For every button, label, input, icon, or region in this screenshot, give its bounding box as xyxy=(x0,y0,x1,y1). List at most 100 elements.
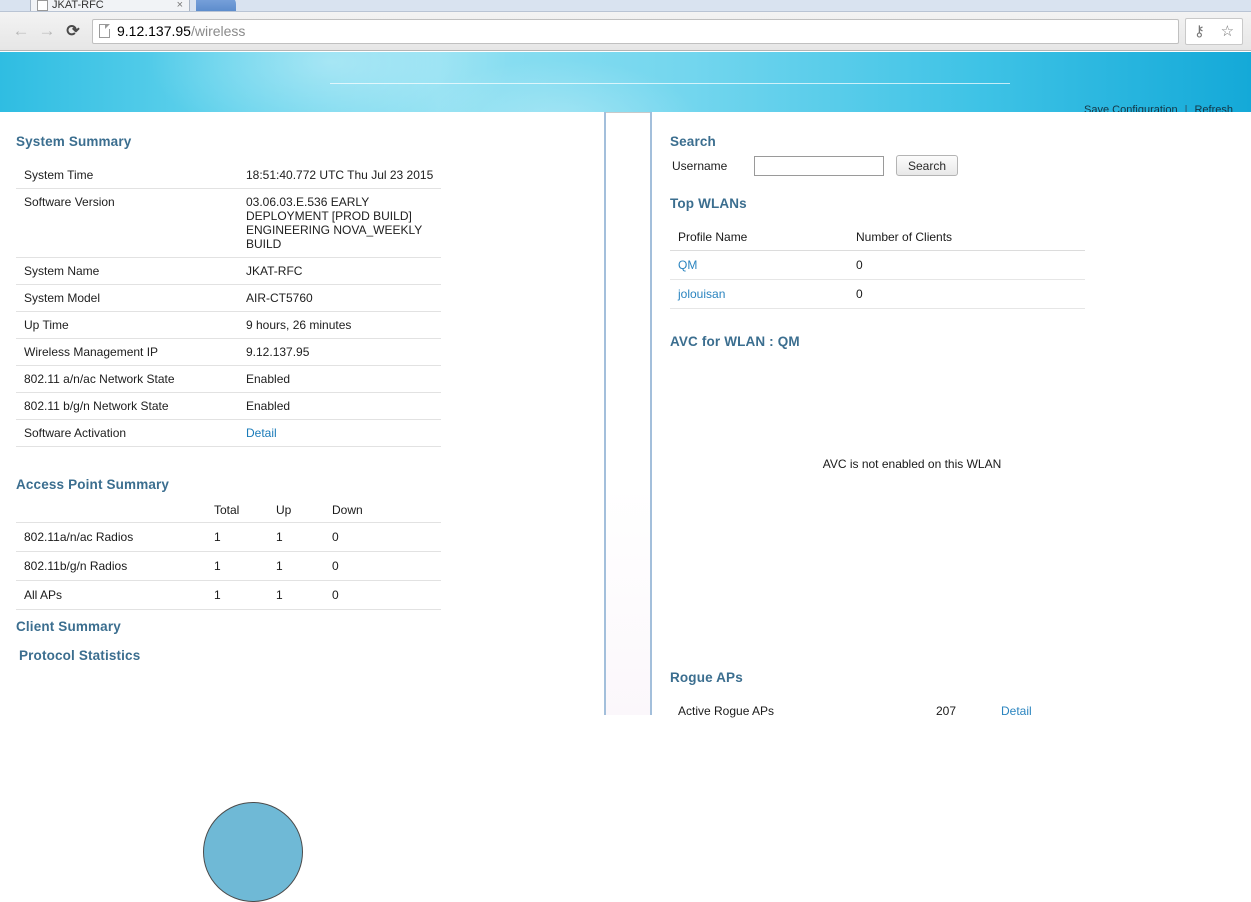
table-row: 802.11 b/g/n Network State Enabled xyxy=(16,393,441,420)
wlan-client-count: 0 xyxy=(848,251,1085,280)
browser-tab[interactable]: JKAT-RFC × xyxy=(30,0,190,12)
table-row: Active Rogue APs 207 Detail xyxy=(670,698,1090,724)
protocol-statistics-pie-chart xyxy=(203,802,303,902)
browser-toolbar: ← → ⟳ 9.12.137.95/wireless ⚷ ☆ xyxy=(0,12,1251,51)
ap-up: 1 xyxy=(268,552,324,581)
table-row: System Model AIR-CT5760 xyxy=(16,285,441,312)
client-summary-title[interactable]: Client Summary xyxy=(16,619,121,634)
column-header-number-of-clients: Number of Clients xyxy=(848,227,1085,251)
back-arrow-icon[interactable]: ← xyxy=(8,18,34,44)
rogue-label: Active Rogue APs xyxy=(670,698,928,724)
row-value: 03.06.03.E.536 EARLY DEPLOYMENT [PROD BU… xyxy=(238,189,441,258)
rogue-count: 207 xyxy=(928,698,993,724)
row-value: AIR-CT5760 xyxy=(238,285,441,312)
ap-name: 802.11a/n/ac Radios xyxy=(16,523,206,552)
row-value: Enabled xyxy=(238,393,441,420)
row-key: System Model xyxy=(16,285,238,312)
table-row: Wireless Management IP 9.12.137.95 xyxy=(16,339,441,366)
username-label: Username xyxy=(672,159,754,173)
username-input[interactable] xyxy=(754,156,884,176)
table-row: QM 0 xyxy=(670,251,1085,280)
left-column: System Summary System Time 18:51:40.772 … xyxy=(0,112,604,715)
table-header-row: Profile Name Number of Clients xyxy=(670,227,1085,251)
row-value: 18:51:40.772 UTC Thu Jul 23 2015 xyxy=(238,162,441,189)
row-key: 802.11 b/g/n Network State xyxy=(16,393,238,420)
table-row: Software Version 03.06.03.E.536 EARLY DE… xyxy=(16,189,441,258)
search-button[interactable]: Search xyxy=(896,155,958,176)
ap-name: All APs xyxy=(16,581,206,610)
new-tab-button[interactable] xyxy=(196,0,236,12)
ap-up: 1 xyxy=(268,581,324,610)
row-value: JKAT-RFC xyxy=(238,258,441,285)
url-text: 9.12.137.95/wireless xyxy=(117,23,245,39)
protocol-statistics-title[interactable]: Protocol Statistics xyxy=(19,648,140,663)
top-wlans-title: Top WLANs xyxy=(670,196,747,211)
rogue-aps-table: Active Rogue APs 207 Detail xyxy=(670,698,1090,724)
refresh-link[interactable]: Refresh xyxy=(1194,104,1233,112)
software-activation-detail-link[interactable]: Detail xyxy=(246,426,277,440)
column-header-down: Down xyxy=(324,499,441,523)
table-row: 802.11b/g/n Radios 1 1 0 xyxy=(16,552,441,581)
ap-total: 1 xyxy=(206,523,268,552)
system-summary-table: System Time 18:51:40.772 UTC Thu Jul 23 … xyxy=(16,162,441,447)
table-header-row: Total Up Down xyxy=(16,499,441,523)
app-header: CISCO Wireless Controller Save Configura… xyxy=(0,52,1251,112)
column-header-up: Up xyxy=(268,499,324,523)
table-row: 802.11 a/n/ac Network State Enabled xyxy=(16,366,441,393)
column-header-profile-name: Profile Name xyxy=(670,227,848,251)
access-point-summary-title: Access Point Summary xyxy=(16,477,169,492)
close-icon[interactable]: × xyxy=(177,0,183,11)
save-configuration-link[interactable]: Save Configuration xyxy=(1084,104,1178,112)
row-value: 9.12.137.95 xyxy=(238,339,441,366)
row-key: Up Time xyxy=(16,312,238,339)
forward-arrow-icon[interactable]: → xyxy=(34,18,60,44)
wlan-profile-link[interactable]: jolouisan xyxy=(678,287,725,301)
row-key: Wireless Management IP xyxy=(16,339,238,366)
row-key: System Name xyxy=(16,258,238,285)
ap-down: 0 xyxy=(324,581,441,610)
table-row: All APs 1 1 0 xyxy=(16,581,441,610)
page-favicon-icon xyxy=(37,0,48,11)
browser-tab-title: JKAT-RFC xyxy=(52,0,177,11)
ap-total: 1 xyxy=(206,552,268,581)
ap-down: 0 xyxy=(324,552,441,581)
avc-title: AVC for WLAN : QM xyxy=(670,334,800,349)
row-value: Enabled xyxy=(238,366,441,393)
table-row: System Name JKAT-RFC xyxy=(16,258,441,285)
url-path: /wireless xyxy=(191,23,245,39)
right-column: Search Username Search Top WLANs Profile… xyxy=(652,112,1251,715)
rogue-aps-title: Rogue APs xyxy=(670,670,743,685)
rogue-detail-link[interactable]: Detail xyxy=(1001,704,1032,718)
row-key: 802.11 a/n/ac Network State xyxy=(16,366,238,393)
address-bar[interactable]: 9.12.137.95/wireless xyxy=(92,19,1179,44)
page-content: System Summary System Time 18:51:40.772 … xyxy=(0,112,1251,715)
key-icon[interactable]: ⚷ xyxy=(1194,24,1205,39)
wlan-client-count: 0 xyxy=(848,280,1085,309)
row-value: 9 hours, 26 minutes xyxy=(238,312,441,339)
search-title: Search xyxy=(670,134,716,149)
search-form: Username Search xyxy=(672,155,958,176)
reload-icon[interactable]: ⟳ xyxy=(60,18,86,44)
ap-up: 1 xyxy=(268,523,324,552)
row-key: Software Activation xyxy=(16,420,238,447)
top-wlans-table: Profile Name Number of Clients QM 0 jolo… xyxy=(670,227,1085,309)
table-row: System Time 18:51:40.772 UTC Thu Jul 23 … xyxy=(16,162,441,189)
table-row: jolouisan 0 xyxy=(670,280,1085,309)
table-row: Software Activation Detail xyxy=(16,420,441,447)
avc-empty-message: AVC is not enabled on this WLAN xyxy=(652,457,1172,471)
header-rule xyxy=(330,83,1010,84)
column-gap xyxy=(606,112,650,715)
browser-tab-strip: JKAT-RFC × xyxy=(0,0,1251,12)
table-row: 802.11a/n/ac Radios 1 1 0 xyxy=(16,523,441,552)
column-header-total: Total xyxy=(206,499,268,523)
row-key: System Time xyxy=(16,162,238,189)
row-key: Software Version xyxy=(16,189,238,258)
ap-total: 1 xyxy=(206,581,268,610)
ap-name: 802.11b/g/n Radios xyxy=(16,552,206,581)
header-links: Save Configuration|Refresh xyxy=(1084,104,1233,112)
column-header-blank xyxy=(16,499,206,523)
access-point-summary-table: Total Up Down 802.11a/n/ac Radios 1 1 0 … xyxy=(16,499,441,610)
star-bookmark-icon[interactable]: ☆ xyxy=(1221,24,1234,39)
column-divider-left xyxy=(604,112,606,715)
wlan-profile-link[interactable]: QM xyxy=(678,258,697,272)
